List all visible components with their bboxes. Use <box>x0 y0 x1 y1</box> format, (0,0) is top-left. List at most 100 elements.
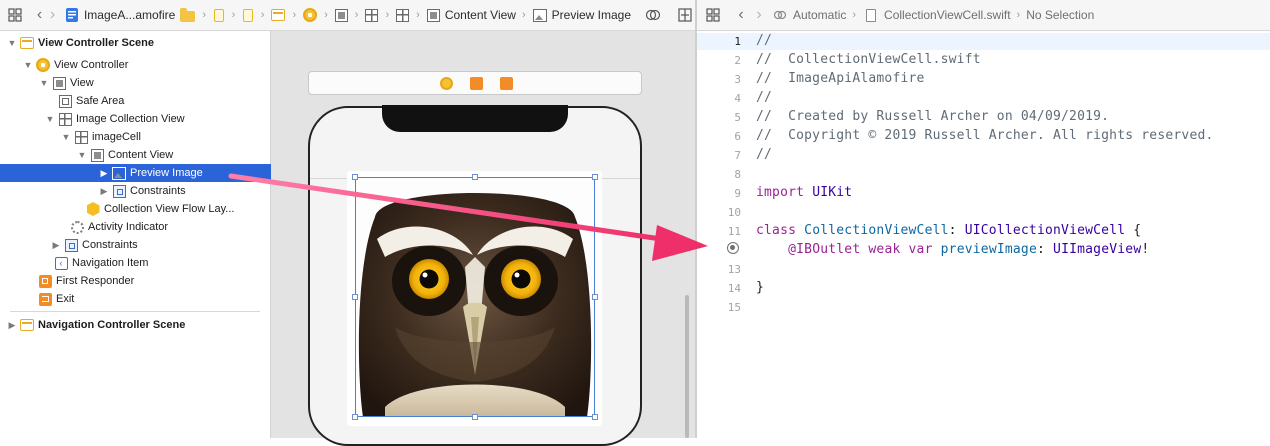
line-number: 3 <box>734 73 741 86</box>
disclosure-expanded-icon[interactable]: ▼ <box>38 78 50 88</box>
adjust-editor-options-icon[interactable] <box>645 7 661 23</box>
line-number: 15 <box>727 301 741 314</box>
line-number: 7 <box>734 149 741 162</box>
resize-handle[interactable] <box>472 174 478 180</box>
disclosure-collapsed-icon[interactable]: ▶ <box>98 168 110 179</box>
related-items-icon[interactable] <box>705 7 721 23</box>
breadcrumb-file[interactable]: CollectionViewCell.swift <box>884 8 1011 22</box>
outline-divider <box>10 311 260 312</box>
current-line-highlight <box>697 33 1270 50</box>
resize-handle[interactable] <box>592 294 598 300</box>
code-line[interactable]: class CollectionViewCell: UICollectionVi… <box>756 223 1141 238</box>
code-line[interactable]: @IBOutlet weak var previewImage: UIImage… <box>756 242 1149 257</box>
flow-layout-icon <box>86 202 100 216</box>
breadcrumb-content-view[interactable]: Content View <box>445 8 516 22</box>
outline-row-first-responder[interactable]: First Responder <box>0 272 305 290</box>
outline-label: View <box>70 77 94 89</box>
outline-label: Navigation Item <box>72 257 149 269</box>
breadcrumb-selection[interactable]: No Selection <box>1026 8 1094 22</box>
resize-handle[interactable] <box>352 174 358 180</box>
scene-icon <box>20 319 34 331</box>
back-arrow-icon[interactable]: ‹ <box>732 6 750 24</box>
first-responder-icon <box>38 274 52 288</box>
disclosure-expanded-icon[interactable]: ▼ <box>76 150 88 160</box>
resize-handle[interactable] <box>352 294 358 300</box>
outline-label: Exit <box>56 293 75 305</box>
code-line[interactable]: import UIKit <box>756 185 852 200</box>
breadcrumb-project[interactable]: ImageA...amofire <box>84 8 175 22</box>
outline-label: Safe Area <box>76 95 125 107</box>
line-number: 6 <box>734 130 741 143</box>
back-arrow-icon[interactable]: ‹ <box>33 6 46 24</box>
outline-label: Collection View Flow Lay... <box>104 203 235 215</box>
outline-row-exit[interactable]: Exit <box>0 290 305 308</box>
outline-label: Activity Indicator <box>88 221 169 233</box>
code-line[interactable]: // Created by Russell Archer on 04/09/20… <box>756 109 1109 124</box>
storyboard-base-icon[interactable] <box>242 7 254 23</box>
outline-label: Navigation Controller Scene <box>38 319 186 331</box>
disclosure-collapsed-icon[interactable]: ▶ <box>50 240 62 251</box>
breadcrumb-preview-image[interactable]: Preview Image <box>552 8 631 22</box>
code-line[interactable]: // <box>756 147 772 162</box>
outline-row-view-controller-scene[interactable]: ▼ View Controller Scene <box>0 34 275 52</box>
view-controller-dock-icon[interactable] <box>440 77 453 90</box>
automatic-mode-icon <box>772 7 788 23</box>
collection-view-icon[interactable] <box>365 7 379 23</box>
outline-row-view[interactable]: ▼ View <box>0 74 307 92</box>
scene-icon[interactable] <box>271 7 286 23</box>
code-line[interactable]: // ImageApiAlamofire <box>756 71 925 86</box>
line-number: 11 <box>727 225 741 238</box>
resize-handle[interactable] <box>472 414 478 420</box>
safe-area-icon <box>58 94 72 108</box>
canvas-vertical-scrollbar[interactable] <box>685 295 689 438</box>
exit-dock-icon[interactable] <box>500 77 513 90</box>
outline-row-navigation-controller-scene[interactable]: ▶ Navigation Controller Scene <box>0 316 275 334</box>
code-line[interactable]: // Copyright © 2019 Russell Archer. All … <box>756 128 1214 143</box>
folder-icon[interactable] <box>180 7 196 23</box>
collection-view-icon <box>58 112 72 126</box>
resize-handle[interactable] <box>352 414 358 420</box>
constraints-icon <box>112 184 126 198</box>
disclosure-expanded-icon[interactable]: ▼ <box>44 114 56 124</box>
constraints-icon <box>64 238 78 252</box>
disclosure-expanded-icon[interactable]: ▼ <box>60 132 72 142</box>
line-number: 9 <box>734 187 741 200</box>
forward-arrow-icon[interactable]: › <box>46 6 59 24</box>
view-controller-icon[interactable] <box>303 7 318 23</box>
collection-cell-icon <box>74 130 88 144</box>
outlet-connection-icon[interactable] <box>727 242 739 254</box>
project-file-icon <box>65 7 79 23</box>
image-view-icon <box>112 166 126 180</box>
related-items-icon[interactable] <box>8 7 22 23</box>
view-icon <box>52 76 66 90</box>
outline-label: Constraints <box>130 185 186 197</box>
activity-indicator-icon <box>70 220 84 234</box>
code-line[interactable]: } <box>756 280 764 295</box>
outline-row-view-controller[interactable]: ▼ View Controller <box>0 56 291 74</box>
forward-arrow-icon[interactable]: › <box>750 6 768 24</box>
disclosure-collapsed-icon[interactable]: ▶ <box>98 186 110 197</box>
code-line[interactable]: // <box>756 33 772 48</box>
outline-label: First Responder <box>56 275 135 287</box>
storyboard-doc-icon[interactable] <box>213 7 225 23</box>
content-view-icon <box>90 148 104 162</box>
line-number: 4 <box>734 92 741 105</box>
disclosure-expanded-icon[interactable]: ▼ <box>22 60 34 70</box>
collection-cell-icon[interactable] <box>396 7 410 23</box>
swift-file-icon <box>863 7 879 23</box>
first-responder-dock-icon[interactable] <box>470 77 483 90</box>
outline-label: Content View <box>108 149 174 161</box>
code-line[interactable]: // CollectionViewCell.swift <box>756 52 981 67</box>
view-icon[interactable] <box>334 7 348 23</box>
add-editor-icon[interactable] <box>678 7 692 23</box>
exit-icon <box>38 292 52 306</box>
right-jump-bar: ‹ › Automatic › CollectionViewCell.swift… <box>697 0 1270 31</box>
resize-handle[interactable] <box>592 174 598 180</box>
scene-dock <box>308 71 642 95</box>
code-line[interactable]: // <box>756 90 772 105</box>
disclosure-expanded-icon[interactable]: ▼ <box>6 38 18 48</box>
disclosure-collapsed-icon[interactable]: ▶ <box>6 320 18 331</box>
resize-handle[interactable] <box>592 414 598 420</box>
assistant-mode[interactable]: Automatic <box>793 8 846 22</box>
outline-label: View Controller <box>54 59 129 71</box>
